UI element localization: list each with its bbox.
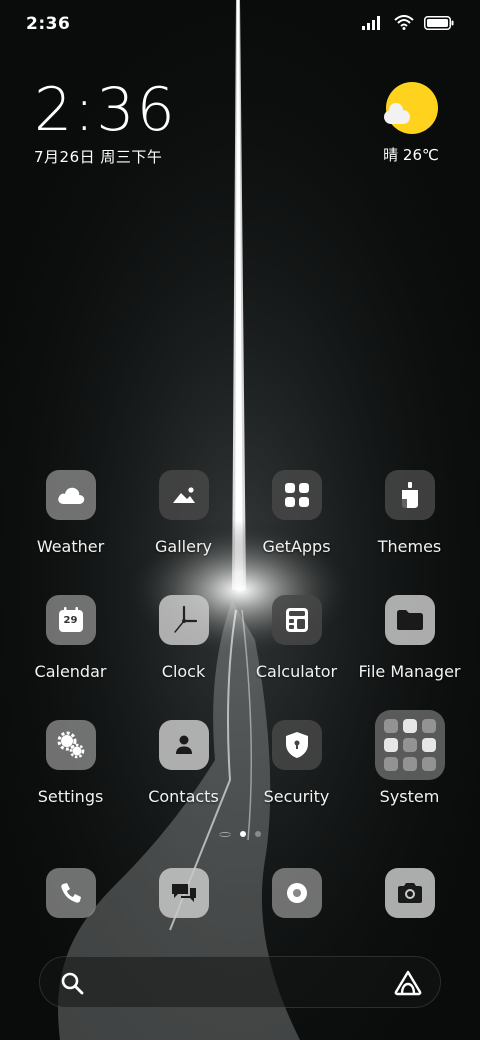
status-icons xyxy=(362,15,454,30)
app-label: Themes xyxy=(377,537,442,556)
wifi-icon xyxy=(394,15,414,30)
phone-icon xyxy=(45,868,96,918)
camera-icon xyxy=(384,868,435,918)
app-label: Contacts xyxy=(148,787,219,806)
search-icon[interactable] xyxy=(60,971,84,995)
page-indicator[interactable] xyxy=(0,831,480,837)
page-dot-active xyxy=(240,831,246,837)
clock-icon xyxy=(158,595,209,645)
weather-text: 晴 26℃ xyxy=(376,144,446,165)
page-dot xyxy=(219,832,231,837)
app-label: Clock xyxy=(161,662,206,681)
app-settings[interactable]: Settings xyxy=(14,720,127,806)
gears-icon xyxy=(45,720,96,770)
weather-widget[interactable]: 晴 26℃ xyxy=(376,82,446,165)
app-label: Calculator xyxy=(255,662,338,681)
cloud-icon xyxy=(45,470,96,520)
calendar-day: 29 xyxy=(63,615,78,626)
app-themes[interactable]: Themes xyxy=(353,470,466,556)
app-label: System xyxy=(379,787,440,806)
dock-browser[interactable] xyxy=(240,868,353,918)
app-calendar[interactable]: 29 Calendar xyxy=(14,595,127,681)
paint-bucket-icon xyxy=(384,470,435,520)
app-calculator[interactable]: Calculator xyxy=(240,595,353,681)
dock-phone[interactable] xyxy=(14,868,127,918)
apps-grid-icon xyxy=(271,470,322,520)
weather-condition: 晴 xyxy=(383,146,399,164)
person-icon xyxy=(158,720,209,770)
calendar-icon: 29 xyxy=(45,595,96,645)
app-gallery[interactable]: Gallery xyxy=(127,470,240,556)
sunny-cloud-icon xyxy=(384,82,438,134)
status-bar: 2:36 xyxy=(0,0,480,50)
dock-camera[interactable] xyxy=(353,868,466,918)
app-label: Security xyxy=(263,787,330,806)
search-bar[interactable] xyxy=(39,956,441,1008)
dock-messages[interactable] xyxy=(127,868,240,918)
date-line: 7月26日 周三下午 xyxy=(34,148,163,166)
folder-icon xyxy=(384,595,435,645)
clock-widget[interactable]: 2:36 7月26日 周三下午 xyxy=(34,76,177,167)
calculator-icon xyxy=(271,595,322,645)
app-getapps[interactable]: GetApps xyxy=(240,470,353,556)
app-system-folder[interactable]: System xyxy=(353,710,466,806)
app-label: Gallery xyxy=(155,537,212,556)
signal-icon xyxy=(362,15,380,30)
app-contacts[interactable]: Contacts xyxy=(127,720,240,806)
browser-icon xyxy=(271,868,322,918)
mountain-image-icon xyxy=(158,470,209,520)
app-label: File Manager xyxy=(358,662,461,681)
app-clock[interactable]: Clock xyxy=(127,595,240,681)
weather-temperature: 26℃ xyxy=(402,146,439,164)
dock xyxy=(14,868,466,918)
battery-icon xyxy=(424,15,454,30)
app-weather[interactable]: Weather xyxy=(14,470,127,556)
app-label: GetApps xyxy=(262,537,331,556)
app-security[interactable]: Security xyxy=(240,720,353,806)
app-vault-icon[interactable] xyxy=(394,970,422,996)
app-label: Weather xyxy=(36,537,105,556)
app-label: Settings xyxy=(37,787,104,806)
status-time: 2:36 xyxy=(26,14,71,34)
page-dot xyxy=(255,831,261,837)
app-label: Calendar xyxy=(34,662,107,681)
app-file-manager[interactable]: File Manager xyxy=(353,595,466,681)
messages-icon xyxy=(158,868,209,918)
big-time: 2:36 xyxy=(34,75,177,145)
shield-icon xyxy=(271,720,322,770)
app-folder-icon xyxy=(374,710,445,780)
